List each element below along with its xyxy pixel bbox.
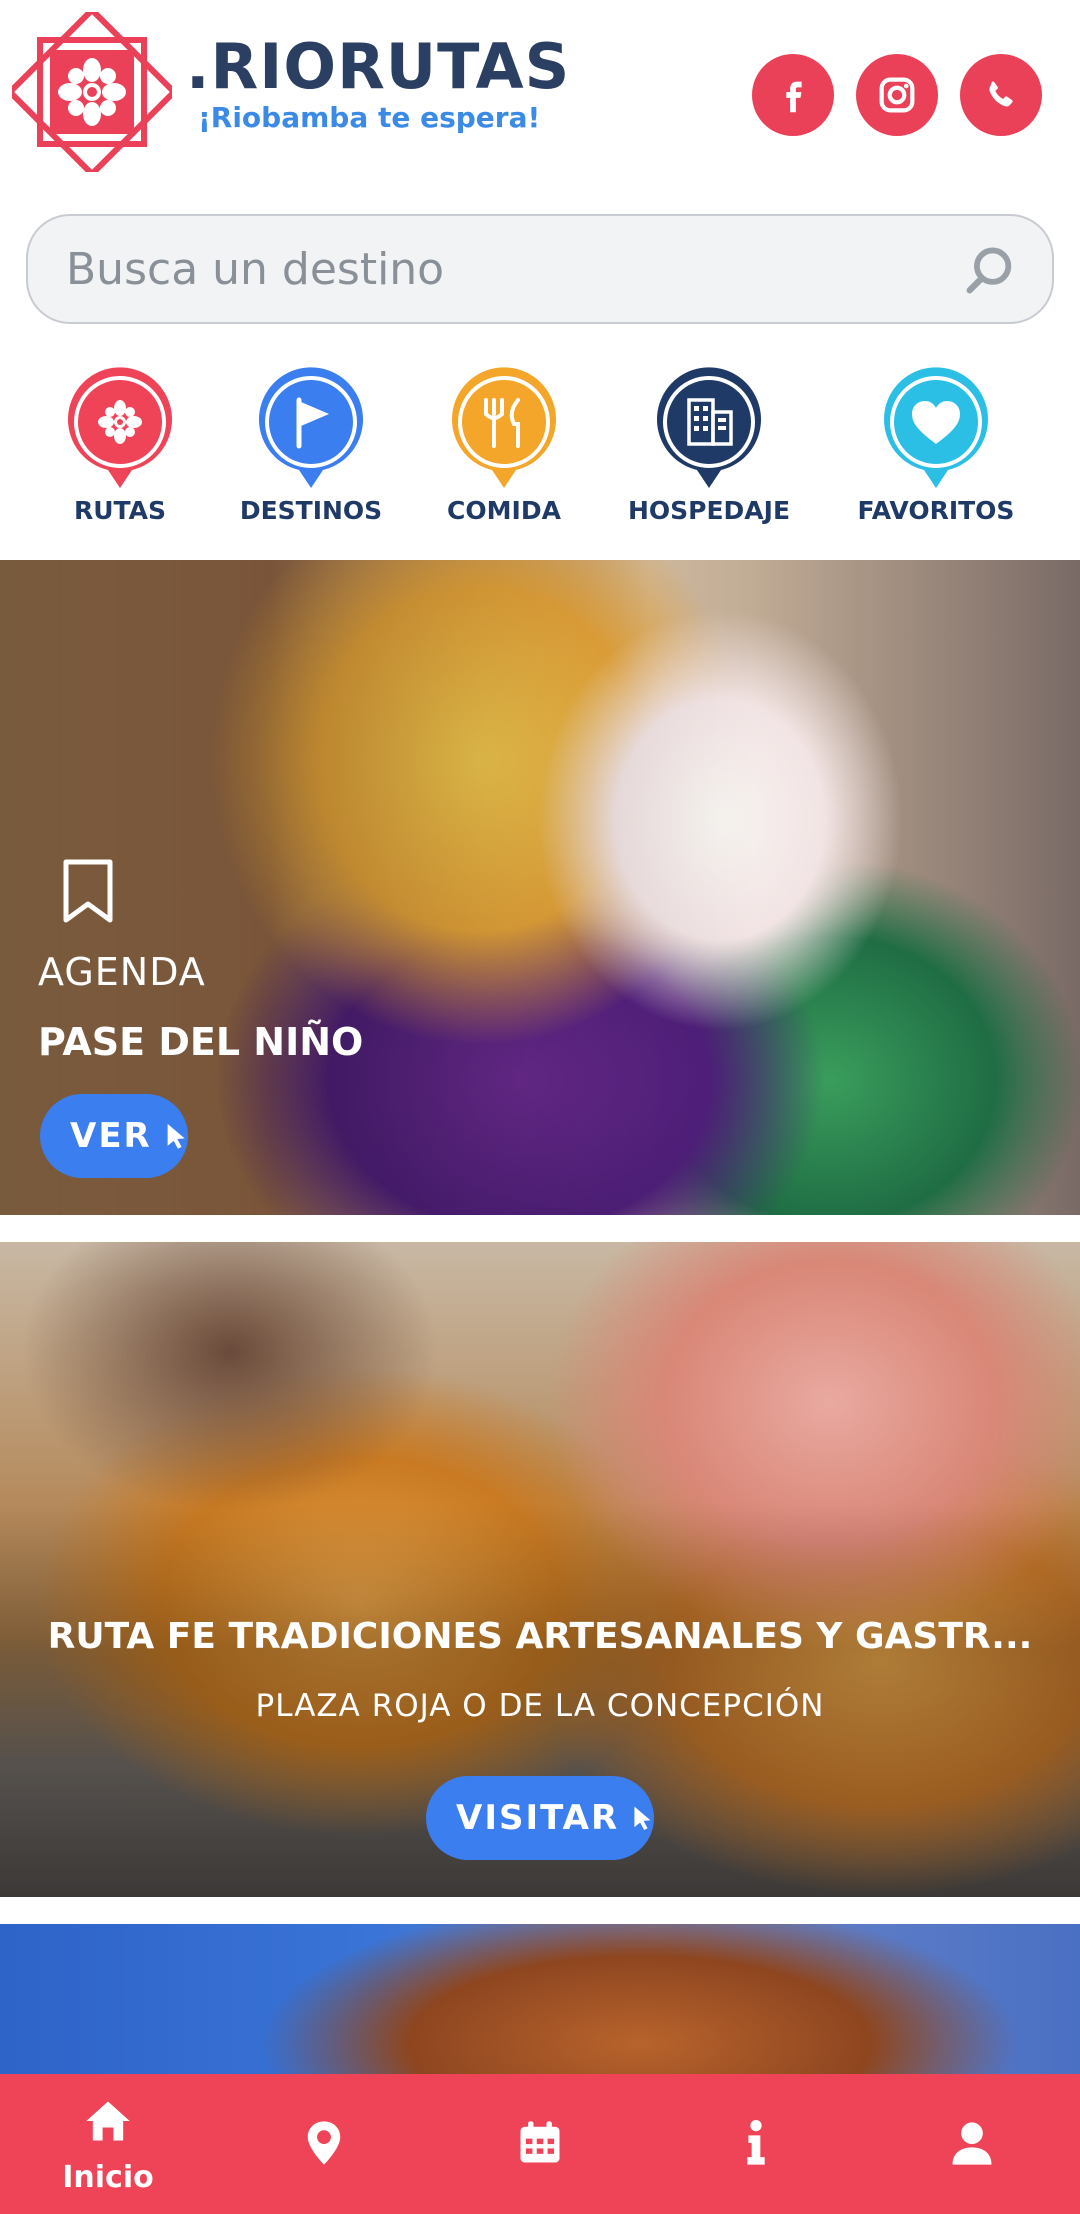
category-rutas[interactable]: RUTAS [20,366,220,536]
card-subtitle: PLAZA ROJA O DE LA CONCEPCIÓN [255,1688,825,1724]
cursor-icon [634,1806,651,1830]
nav-info[interactable] [648,2074,864,2214]
bottom-nav: Inicio [0,2074,1080,2214]
app-header: .RIORUTAS ¡Riobamba te espera! [0,0,1080,200]
map-pin-icon [307,2121,341,2165]
category-label: RUTAS [73,496,167,525]
button-label: VER [70,1116,152,1156]
brand: .RIORUTAS ¡Riobamba te espera! [186,34,570,136]
user-icon [952,2122,992,2165]
calendar-icon [520,2121,560,2163]
whatsapp-icon [989,81,1013,107]
flower-icon [68,367,172,488]
brand-tagline: ¡Riobamba te espera! [198,101,541,134]
category-label: FAVORITOS [857,496,1015,525]
route-card[interactable]: RUTA FE TRADICIONES ARTESANALES Y GASTR.… [0,1242,1080,1897]
flag-icon [259,367,363,488]
nav-agenda[interactable] [432,2074,648,2214]
button-label: VISITAR [456,1798,620,1838]
nav-perfil[interactable] [864,2074,1080,2214]
instagram-button[interactable] [856,54,938,136]
search-input[interactable] [66,216,946,322]
card-title: PASE DEL NIÑO [38,1020,364,1064]
category-favoritos[interactable]: FAVORITOS [836,366,1036,536]
partial-card[interactable] [0,1924,1080,2074]
instagram-icon [879,77,915,113]
riorutas-logo-icon [12,12,172,172]
category-destinos[interactable]: DESTINOS [211,366,411,536]
visitar-button[interactable]: VISITAR [426,1776,654,1860]
search-bar [26,214,1054,324]
category-label: DESTINOS [239,496,383,525]
building-icon [657,367,761,488]
category-label: HOSPEDAJE [627,496,791,525]
fork-knife-icon [452,367,556,488]
cursor-icon [167,1123,185,1149]
ver-button[interactable]: VER [40,1094,188,1178]
nav-inicio[interactable]: Inicio [0,2074,216,2214]
bookmark-icon[interactable] [60,858,116,924]
info-icon [747,2120,765,2165]
facebook-button[interactable] [752,54,834,136]
whatsapp-button[interactable] [960,54,1042,136]
home-icon [86,2101,130,2141]
search-icon[interactable] [960,242,1018,300]
event-card[interactable]: AGENDA PASE DEL NIÑO VER [0,560,1080,1215]
category-hospedaje[interactable]: HOSPEDAJE [609,366,809,536]
nav-label: Inicio [62,2160,154,2195]
category-label: COMIDA [447,496,561,525]
brand-title: .RIORUTAS [186,30,571,103]
heart-icon [884,367,988,488]
nav-mapa[interactable] [216,2074,432,2214]
category-comida[interactable]: COMIDA [404,366,604,536]
card-title: RUTA FE TRADICIONES ARTESANALES Y GASTR.… [47,1616,1033,1657]
facebook-icon [786,81,802,113]
card-kicker: AGENDA [38,950,206,994]
